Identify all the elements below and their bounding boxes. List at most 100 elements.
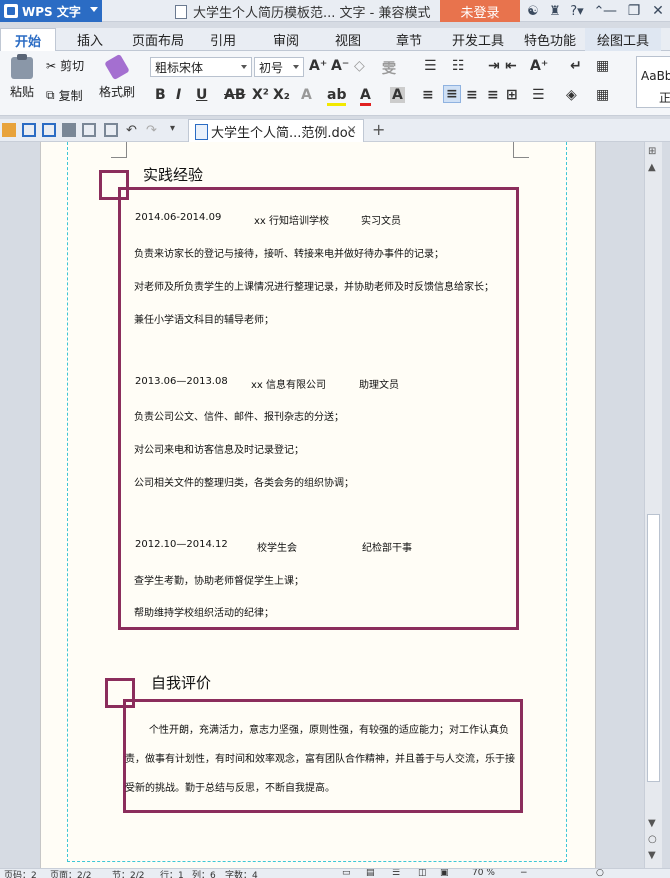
bullets-icon[interactable]: ☰ xyxy=(424,58,437,74)
phonetic-icon[interactable]: 雯 xyxy=(382,58,396,78)
tab-chapter[interactable]: 章节 xyxy=(396,28,422,51)
reading-view-icon[interactable]: ▣ xyxy=(440,869,449,878)
tab-references[interactable]: 引用 xyxy=(210,28,236,51)
text-outline-icon[interactable]: A xyxy=(301,87,312,103)
scroll-up-icon[interactable]: ▲ xyxy=(648,162,656,173)
tab-features[interactable]: 特色功能 xyxy=(524,28,576,51)
underline-icon[interactable]: U xyxy=(196,87,207,103)
copy-button[interactable]: ⧉ 复制 xyxy=(46,87,83,104)
zoom-slider-icon[interactable]: ○ xyxy=(596,869,604,878)
tab-home[interactable]: 开始 xyxy=(0,28,57,51)
print-icon[interactable] xyxy=(62,123,76,137)
tab-review[interactable]: 审阅 xyxy=(273,28,299,51)
redo-icon[interactable]: ↷ xyxy=(146,123,160,138)
document-canvas[interactable]: 实践经验 2014.06-2014.09 xx 行知培训学校 实习文员 负责来访… xyxy=(0,142,644,868)
page[interactable]: 实践经验 2014.06-2014.09 xx 行知培训学校 实习文员 负责来访… xyxy=(40,142,596,868)
tab-page-layout[interactable]: 页面布局 xyxy=(132,28,184,51)
tab-view[interactable]: 视图 xyxy=(335,28,361,51)
font-size-select[interactable]: 初号 xyxy=(254,57,304,77)
customize-chevron-icon[interactable]: ▾ xyxy=(170,123,184,137)
entry-line: 兼任小学语文科目的辅导老师； xyxy=(134,315,274,326)
next-page-icon[interactable]: ▼ xyxy=(648,850,656,861)
entry-role: 纪检部干事 xyxy=(362,543,412,554)
align-right-icon[interactable]: ≡ xyxy=(466,87,478,103)
spellcheck-icon[interactable] xyxy=(104,123,118,137)
outline-view-icon[interactable]: ☰ xyxy=(392,869,400,878)
table-icon[interactable]: ▦ xyxy=(596,58,609,74)
ribbon: 粘贴 ✂ 剪切 ⧉ 复制 格式刷 粗标宋体 初号 A⁺ A⁻ ◇ 雯 ☰ ☷ ⇥… xyxy=(0,51,670,116)
status-page-number: 页码：2 xyxy=(4,871,37,878)
web-view-icon[interactable]: ◫ xyxy=(418,869,427,878)
close-tab-icon[interactable]: × xyxy=(346,123,357,138)
format-painter-button[interactable]: 格式刷 xyxy=(96,53,138,100)
undo-icon[interactable]: ↶ xyxy=(126,123,140,138)
login-button[interactable]: 未登录 xyxy=(440,0,520,22)
superscript-icon[interactable]: X² xyxy=(252,87,269,103)
entry-line: 负责来访家长的登记与接待，接听、转接来电并做好待办事件的记录； xyxy=(134,249,444,260)
shrink-font-icon[interactable]: A⁻ xyxy=(331,58,349,74)
vertical-scrollbar[interactable]: ⊞ ▲ ▼ ○ ▼ xyxy=(644,142,662,868)
select-browse-icon[interactable]: ○ xyxy=(648,834,657,845)
view-mode-icon[interactable]: ▭ xyxy=(342,869,351,878)
strikethrough-icon[interactable]: AB xyxy=(224,87,246,103)
tab-developer[interactable]: 开发工具 xyxy=(452,28,504,51)
entry-line: 对老师及所负责学生的上课情况进行整理记录，并协助老师及时反馈信息给家长； xyxy=(134,282,494,293)
window-title-text: 大学生个人简历模板范... 文字 - 兼容模式 xyxy=(193,6,431,21)
char-shading-icon[interactable]: A xyxy=(390,87,405,103)
distributed-icon[interactable]: ⊞ xyxy=(506,87,518,103)
highlight-icon[interactable]: ab xyxy=(327,87,347,106)
line-spacing-icon[interactable]: ☰ xyxy=(532,87,545,103)
close-icon[interactable]: ✕ xyxy=(646,0,670,22)
app-name: WPS 文字 xyxy=(22,4,81,19)
entry-period: 2012.10—2014.12 xyxy=(135,539,228,550)
font-color-icon[interactable]: A xyxy=(360,87,371,106)
borders-icon[interactable]: ▦ xyxy=(596,87,609,103)
shirt-icon[interactable]: ♜ xyxy=(544,4,566,19)
tab-drawing-tools[interactable]: 绘图工具 xyxy=(585,28,662,51)
split-view-icon[interactable]: ⊞ xyxy=(648,146,656,157)
italic-icon[interactable]: I xyxy=(176,87,181,103)
justify-icon[interactable]: ≡ xyxy=(487,87,499,103)
save-icon[interactable] xyxy=(22,123,36,137)
paragraph-marks-icon[interactable]: ↵ xyxy=(570,58,582,74)
document-tab[interactable]: 大学生个人简...范例.doc × xyxy=(188,119,364,142)
new-tab-button[interactable]: + xyxy=(372,120,385,139)
align-left-icon[interactable]: ≡ xyxy=(422,87,434,103)
status-zoom[interactable]: 70 % xyxy=(472,869,495,878)
paste-button[interactable]: 粘贴 xyxy=(4,54,40,100)
tab-insert[interactable]: 插入 xyxy=(77,28,103,51)
shading-icon[interactable]: ◈ xyxy=(566,87,577,103)
indent-icon[interactable]: ⇥ xyxy=(488,58,500,74)
outdent-icon[interactable]: ⇤ xyxy=(505,58,517,74)
numbering-icon[interactable]: ☷ xyxy=(452,58,465,74)
page-view-icon[interactable]: ▤ xyxy=(366,869,375,878)
grow-font-icon[interactable]: A⁺ xyxy=(309,58,327,74)
chevron-down-icon xyxy=(90,7,98,12)
entry-line: 对公司来电和访客信息及时记录登记； xyxy=(134,445,304,456)
font-name-select[interactable]: 粗标宋体 xyxy=(150,57,252,77)
status-pages: 页面：2/2 xyxy=(50,871,92,878)
scrollbar-thumb[interactable] xyxy=(647,514,660,782)
cut-button[interactable]: ✂ 剪切 xyxy=(46,57,84,74)
entry-role: 实习文员 xyxy=(361,216,401,227)
clear-format-icon[interactable]: ◇ xyxy=(354,58,365,74)
restore-icon[interactable]: ❐ xyxy=(622,0,646,22)
print-preview-icon[interactable] xyxy=(82,123,96,137)
style-gallery[interactable]: AaBb 正 xyxy=(636,56,670,108)
align-center-icon[interactable]: ≡ xyxy=(443,85,461,103)
bold-icon[interactable]: B xyxy=(155,87,166,103)
app-menu-button[interactable]: WPS 文字 xyxy=(0,0,102,22)
zoom-out-icon[interactable]: − xyxy=(520,869,528,878)
minimize-icon[interactable]: — xyxy=(598,0,622,22)
copy-label: 复制 xyxy=(58,89,83,103)
scroll-down-icon[interactable]: ▼ xyxy=(648,818,656,829)
text-effect-icon[interactable]: A⁺ xyxy=(530,58,548,74)
subscript-icon[interactable]: X₂ xyxy=(273,87,290,103)
skin-icon[interactable]: ☯ xyxy=(522,4,544,19)
entry-period: 2014.06-2014.09 xyxy=(135,212,222,223)
entry-organization: xx 信息有限公司 xyxy=(251,380,327,391)
paste-label: 粘贴 xyxy=(9,85,34,99)
export-pdf-icon[interactable] xyxy=(42,123,56,137)
help-icon[interactable]: ?▾ xyxy=(566,4,588,19)
open-folder-icon[interactable] xyxy=(2,123,16,137)
